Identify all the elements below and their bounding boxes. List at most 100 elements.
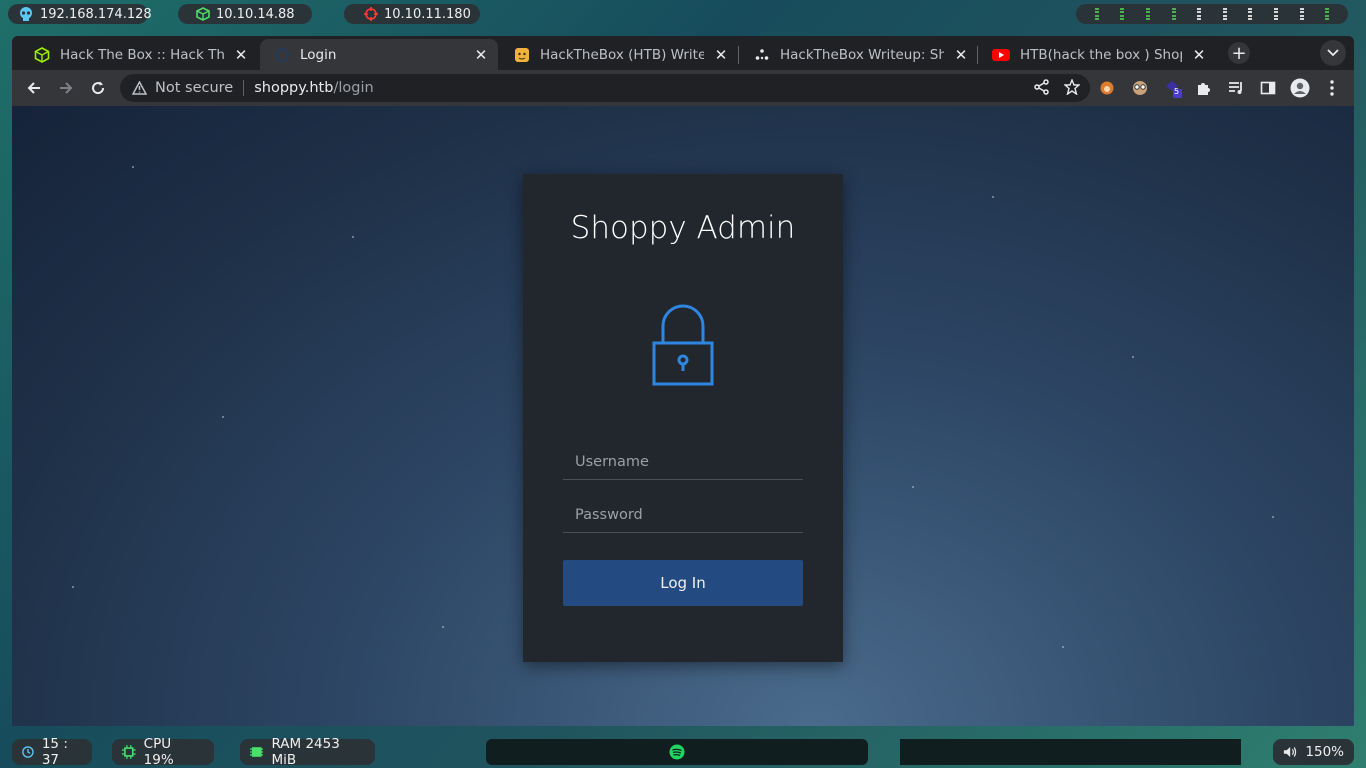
extension-diamond-icon: [1166, 81, 1182, 98]
background-star: [352, 236, 354, 238]
workspace-6[interactable]: [1222, 8, 1227, 20]
tab-label: HackTheBox (HTB) Writeup: [540, 46, 704, 63]
tab-label: Login: [300, 46, 337, 63]
tab-close-icon[interactable]: ✕: [1192, 46, 1206, 64]
dots-icon: [755, 48, 769, 60]
tab-hackthebox[interactable]: Hack The Box :: Hack The B ✕: [20, 39, 258, 70]
workspace-10[interactable]: [1325, 8, 1330, 20]
back-button[interactable]: [23, 77, 45, 99]
browser-window: Hack The Box :: Hack The B ✕ Login ✕ Hac…: [12, 36, 1354, 726]
target-ip-text: 10.10.11.180: [384, 6, 471, 22]
tab-close-icon[interactable]: ✕: [714, 46, 728, 64]
clock-widget[interactable]: 15 : 37: [12, 736, 92, 768]
crosshair-icon: [364, 7, 378, 21]
cpu-chip-icon: [122, 745, 136, 759]
local-ip-text: 192.168.174.128: [40, 6, 152, 22]
extensions-menu-button[interactable]: [1193, 77, 1215, 99]
background-star: [442, 626, 444, 628]
chevron-down-icon: [1327, 49, 1339, 57]
tab-login[interactable]: Login ✕: [260, 39, 498, 70]
bookmark-star-icon[interactable]: [1064, 79, 1080, 95]
speaker-icon: [1283, 747, 1297, 757]
skull-icon: [20, 7, 32, 21]
playlist-icon: [1229, 82, 1242, 94]
cpu-text: CPU 19%: [143, 736, 174, 768]
spotify-icon: [669, 744, 685, 760]
login-title: Shoppy Admin: [570, 210, 796, 246]
background-star: [1272, 516, 1274, 518]
glasses-icon: [1133, 81, 1147, 95]
extension-badge: 5: [1174, 87, 1180, 96]
security-label[interactable]: Not secure: [155, 80, 233, 96]
cat-avatar-icon: [515, 47, 529, 62]
username-input[interactable]: [563, 444, 803, 480]
arrow-left-icon: [27, 82, 40, 94]
workspace-8[interactable]: [1273, 8, 1278, 20]
tab-youtube-shoppy[interactable]: HTB(hack the box ) Shoppy ✕: [978, 39, 1216, 70]
browser-toolbar: Not secure shoppy.htb/login 5: [12, 70, 1354, 106]
avatar-icon: [1290, 78, 1310, 98]
page-viewport: Shoppy Admin Log In: [12, 106, 1354, 726]
system-top-bar: 192.168.174.128 10.10.14.88 10.10.11.180: [0, 0, 1366, 28]
workspace-2[interactable]: [1120, 8, 1125, 20]
tab-htb-writeup[interactable]: HackTheBox (HTB) Writeup ✕: [500, 39, 738, 70]
share-icon[interactable]: [1034, 79, 1050, 95]
page-globe-icon: [275, 47, 289, 62]
cpu-widget[interactable]: CPU 19%: [112, 736, 214, 768]
background-star: [1132, 356, 1134, 358]
volume-widget[interactable]: 150%: [1273, 739, 1354, 765]
plus-icon: +: [1231, 42, 1247, 64]
target-ip-widget[interactable]: 10.10.11.180: [344, 4, 480, 24]
forward-button[interactable]: [55, 77, 77, 99]
tab-close-icon[interactable]: ✕: [954, 46, 968, 64]
local-ip-widget[interactable]: 192.168.174.128: [8, 4, 152, 24]
background-star: [992, 196, 994, 198]
vpn-ip-widget[interactable]: 10.10.14.88: [178, 4, 312, 24]
background-star: [132, 166, 134, 168]
lock-icon: [652, 304, 714, 386]
profile-button[interactable]: [1289, 77, 1311, 99]
workspace-3[interactable]: [1145, 8, 1150, 20]
workspace-9[interactable]: [1299, 8, 1304, 20]
browser-menu-button[interactable]: [1321, 77, 1343, 99]
tab-strip: Hack The Box :: Hack The B ✕ Login ✕ Hac…: [12, 36, 1354, 70]
reading-list-button[interactable]: [1225, 77, 1247, 99]
extension-wappalyzer[interactable]: [1129, 77, 1151, 99]
workspace-1[interactable]: [1094, 8, 1099, 20]
tab-close-icon[interactable]: ✕: [234, 46, 248, 64]
tab-search-button[interactable]: [1320, 40, 1346, 66]
tray-area: [900, 739, 1241, 765]
puzzle-icon: [1198, 83, 1210, 95]
vpn-ip-text: 10.10.14.88: [216, 6, 295, 22]
workspace-switcher[interactable]: [1076, 4, 1348, 24]
youtube-icon: [992, 48, 1010, 61]
address-separator: [243, 80, 245, 96]
fox-icon: [1100, 81, 1114, 95]
clock-icon: [22, 746, 34, 758]
media-player-bar[interactable]: [486, 739, 868, 765]
password-input[interactable]: [563, 497, 803, 533]
tab-writeup-shoppy[interactable]: HackTheBox Writeup: Shop ✕: [740, 39, 978, 70]
reload-button[interactable]: [87, 77, 109, 99]
side-panel-button[interactable]: [1257, 77, 1279, 99]
login-button[interactable]: Log In: [563, 560, 803, 606]
background-star: [912, 486, 914, 488]
address-bar[interactable]: Not secure shoppy.htb/login: [120, 74, 1090, 102]
ram-widget[interactable]: RAM 2453 MiB: [240, 736, 375, 768]
extension-foxyproxy[interactable]: [1096, 77, 1118, 99]
background-star: [222, 416, 224, 418]
cube-icon: [196, 7, 210, 21]
extension-hacktools[interactable]: 5: [1162, 77, 1184, 99]
background-star: [1062, 646, 1064, 648]
reload-icon: [92, 81, 105, 95]
kebab-menu-icon: [1330, 80, 1334, 96]
tab-separator: [738, 46, 739, 64]
workspace-5[interactable]: [1197, 8, 1202, 20]
background-star: [72, 586, 74, 588]
tab-close-icon[interactable]: ✕: [474, 46, 488, 64]
workspace-4[interactable]: [1171, 8, 1176, 20]
warning-triangle-icon: [132, 81, 147, 95]
side-panel-icon: [1260, 81, 1276, 95]
workspace-7[interactable]: [1248, 8, 1253, 20]
new-tab-button[interactable]: +: [1228, 42, 1250, 64]
